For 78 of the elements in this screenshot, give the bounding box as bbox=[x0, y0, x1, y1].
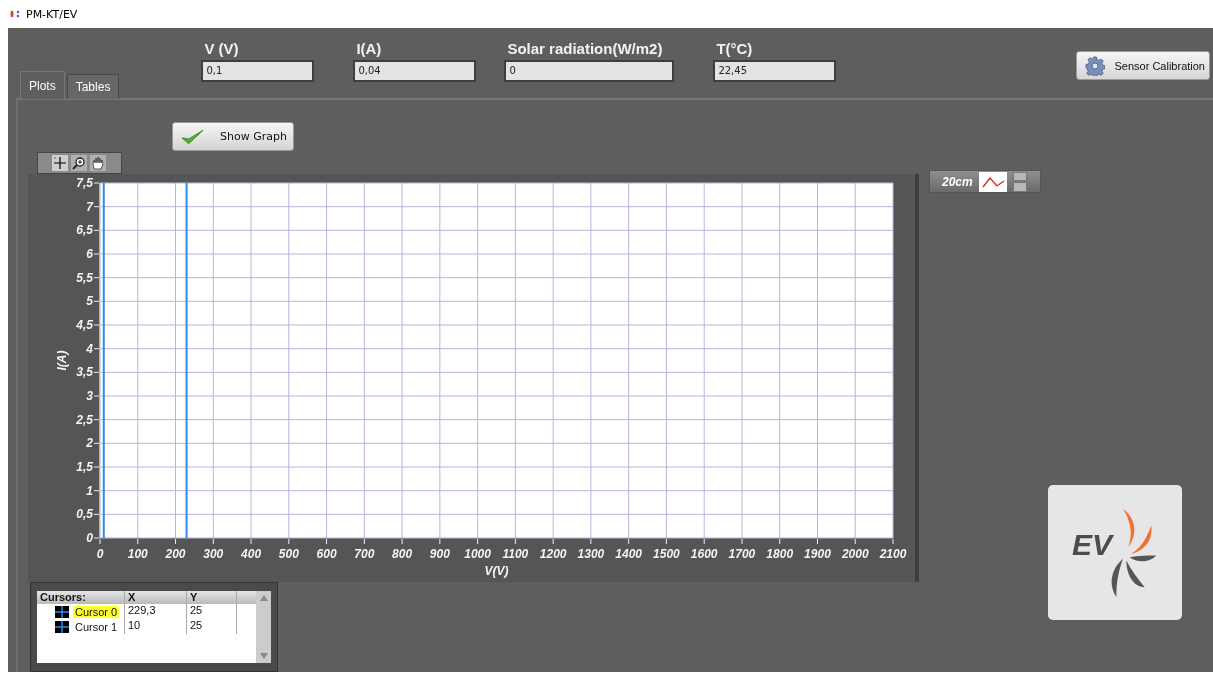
x-tick-label: 500 bbox=[278, 547, 299, 561]
x-tick-label: 400 bbox=[241, 547, 262, 561]
spinner[interactable] bbox=[1012, 171, 1027, 192]
column-header: Cursors: bbox=[37, 591, 125, 604]
x-tick-label: 800 bbox=[392, 547, 413, 561]
y-tick-label: 2,5 bbox=[76, 412, 93, 427]
y-tick-label: 1 bbox=[86, 483, 93, 498]
y-tick-label: 0 bbox=[86, 531, 93, 545]
y-tick-label: 1,5 bbox=[76, 460, 93, 474]
y-tick-label: 3,5 bbox=[76, 365, 93, 380]
crosshair-icon[interactable] bbox=[52, 155, 68, 171]
x-tick-label: 2000 bbox=[841, 547, 869, 561]
column-header: X bbox=[125, 591, 187, 604]
x-tick-label: 1600 bbox=[690, 547, 718, 561]
x-tick-label: 100 bbox=[127, 547, 148, 561]
app-icon bbox=[8, 8, 22, 20]
tab[interactable]: Tables bbox=[66, 74, 120, 99]
x-tick-label: 1100 bbox=[502, 547, 529, 561]
x-axis-title: V(V) bbox=[484, 564, 509, 578]
table-cell: 25 bbox=[187, 619, 237, 634]
plot-name: 20cm bbox=[942, 174, 973, 189]
x-tick-label: 700 bbox=[354, 547, 375, 561]
cursor-name[interactable]: Cursor 0 bbox=[73, 605, 120, 618]
table-cell: 229,3 bbox=[125, 604, 187, 619]
y-tick-label: 2 bbox=[86, 436, 93, 451]
y-tick-label: 6 bbox=[86, 247, 93, 261]
x-tick-label: 900 bbox=[429, 547, 450, 561]
indicator-field: 0 bbox=[504, 60, 675, 82]
x-tick-label: 1900 bbox=[804, 547, 831, 561]
cursor-line[interactable] bbox=[185, 182, 188, 539]
window-title: PM-KT/EV bbox=[26, 7, 78, 21]
cursor-icon bbox=[55, 605, 69, 618]
table-cell: 25 bbox=[187, 604, 237, 619]
sensor-calibration-button[interactable]: Sensor Calibration bbox=[1075, 51, 1210, 80]
x-tick-label: 1700 bbox=[728, 547, 756, 561]
column-header: Y bbox=[187, 591, 237, 604]
cursor-line[interactable] bbox=[102, 182, 105, 539]
table-cell: 10 bbox=[125, 619, 187, 634]
zoom-icon[interactable] bbox=[71, 155, 87, 171]
x-tick-label: 2100 bbox=[879, 547, 907, 561]
indicator-label: V (V) bbox=[203, 40, 240, 59]
scrollbar[interactable] bbox=[256, 591, 271, 663]
x-tick-label: 1500 bbox=[653, 547, 680, 561]
logo-text: EV bbox=[1072, 527, 1112, 562]
x-tick-label: 1000 bbox=[464, 547, 491, 561]
cursor-icon bbox=[55, 620, 69, 633]
y-axis-title: I(A) bbox=[55, 350, 69, 371]
x-tick-label: 600 bbox=[316, 547, 337, 561]
x-tick-label: 0 bbox=[96, 547, 104, 561]
scroll-up-icon[interactable] bbox=[259, 595, 268, 601]
y-tick-label: 7 bbox=[86, 199, 93, 214]
y-tick-label: 5,5 bbox=[76, 270, 93, 285]
y-tick-label: 3 bbox=[86, 389, 93, 403]
x-tick-label: 1300 bbox=[577, 547, 605, 561]
indicator-label: I(A) bbox=[355, 40, 383, 59]
checkmark-icon bbox=[181, 127, 205, 146]
x-tick-label: 200 bbox=[165, 547, 186, 561]
gear-icon bbox=[1084, 55, 1105, 76]
indicator-field: 0,1 bbox=[201, 60, 315, 82]
x-tick-label: 1400 bbox=[615, 547, 642, 561]
y-tick-label: 4,5 bbox=[76, 318, 93, 332]
indicator-label: T(°C) bbox=[715, 40, 754, 59]
y-tick-label: 5 bbox=[86, 294, 93, 309]
y-tick-label: 7,5 bbox=[76, 176, 93, 190]
scroll-down-icon[interactable] bbox=[259, 653, 268, 659]
y-tick-label: 6,5 bbox=[76, 223, 93, 238]
cursor-name[interactable]: Cursor 1 bbox=[73, 620, 120, 633]
line-plot-icon[interactable] bbox=[978, 171, 1007, 192]
x-tick-label: 1200 bbox=[539, 547, 567, 561]
y-tick-label: 0,5 bbox=[76, 507, 93, 522]
indicator-label: Solar radiation(W/m2) bbox=[506, 40, 664, 59]
x-tick-label: 300 bbox=[203, 547, 224, 561]
indicator-field: 22,45 bbox=[713, 60, 837, 82]
show-graph-button[interactable]: Show Graph bbox=[172, 122, 294, 151]
y-tick-label: 4 bbox=[86, 341, 93, 356]
indicator-field: 0,04 bbox=[353, 60, 477, 82]
tab[interactable]: Plots bbox=[20, 71, 65, 99]
x-tick-label: 1800 bbox=[766, 547, 794, 561]
